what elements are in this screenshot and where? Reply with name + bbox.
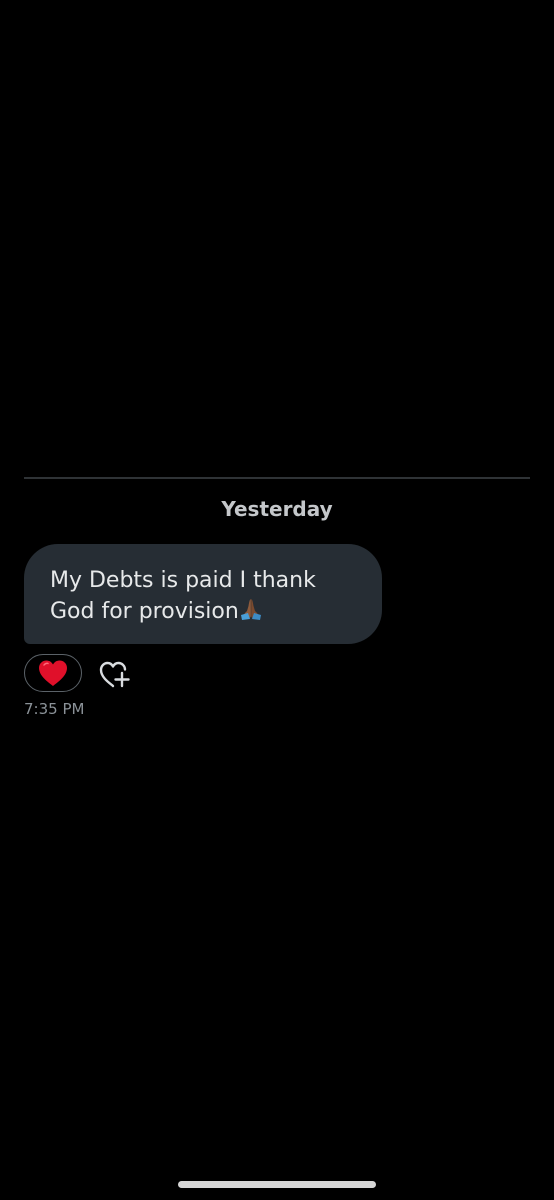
add-reaction-button[interactable] <box>98 659 132 691</box>
reaction-heart-button[interactable] <box>24 654 82 692</box>
home-indicator[interactable] <box>178 1181 376 1188</box>
message-text: My Debts is paid I thank God for provisi… <box>50 568 316 624</box>
date-separator: Yesterday <box>221 497 333 521</box>
message-timestamp: 7:35 PM <box>24 700 85 718</box>
message-bubble[interactable]: My Debts is paid I thank God for provisi… <box>24 544 382 644</box>
folded-hands-icon <box>240 599 261 620</box>
conversation-divider <box>24 477 530 479</box>
red-heart-icon <box>39 660 67 686</box>
